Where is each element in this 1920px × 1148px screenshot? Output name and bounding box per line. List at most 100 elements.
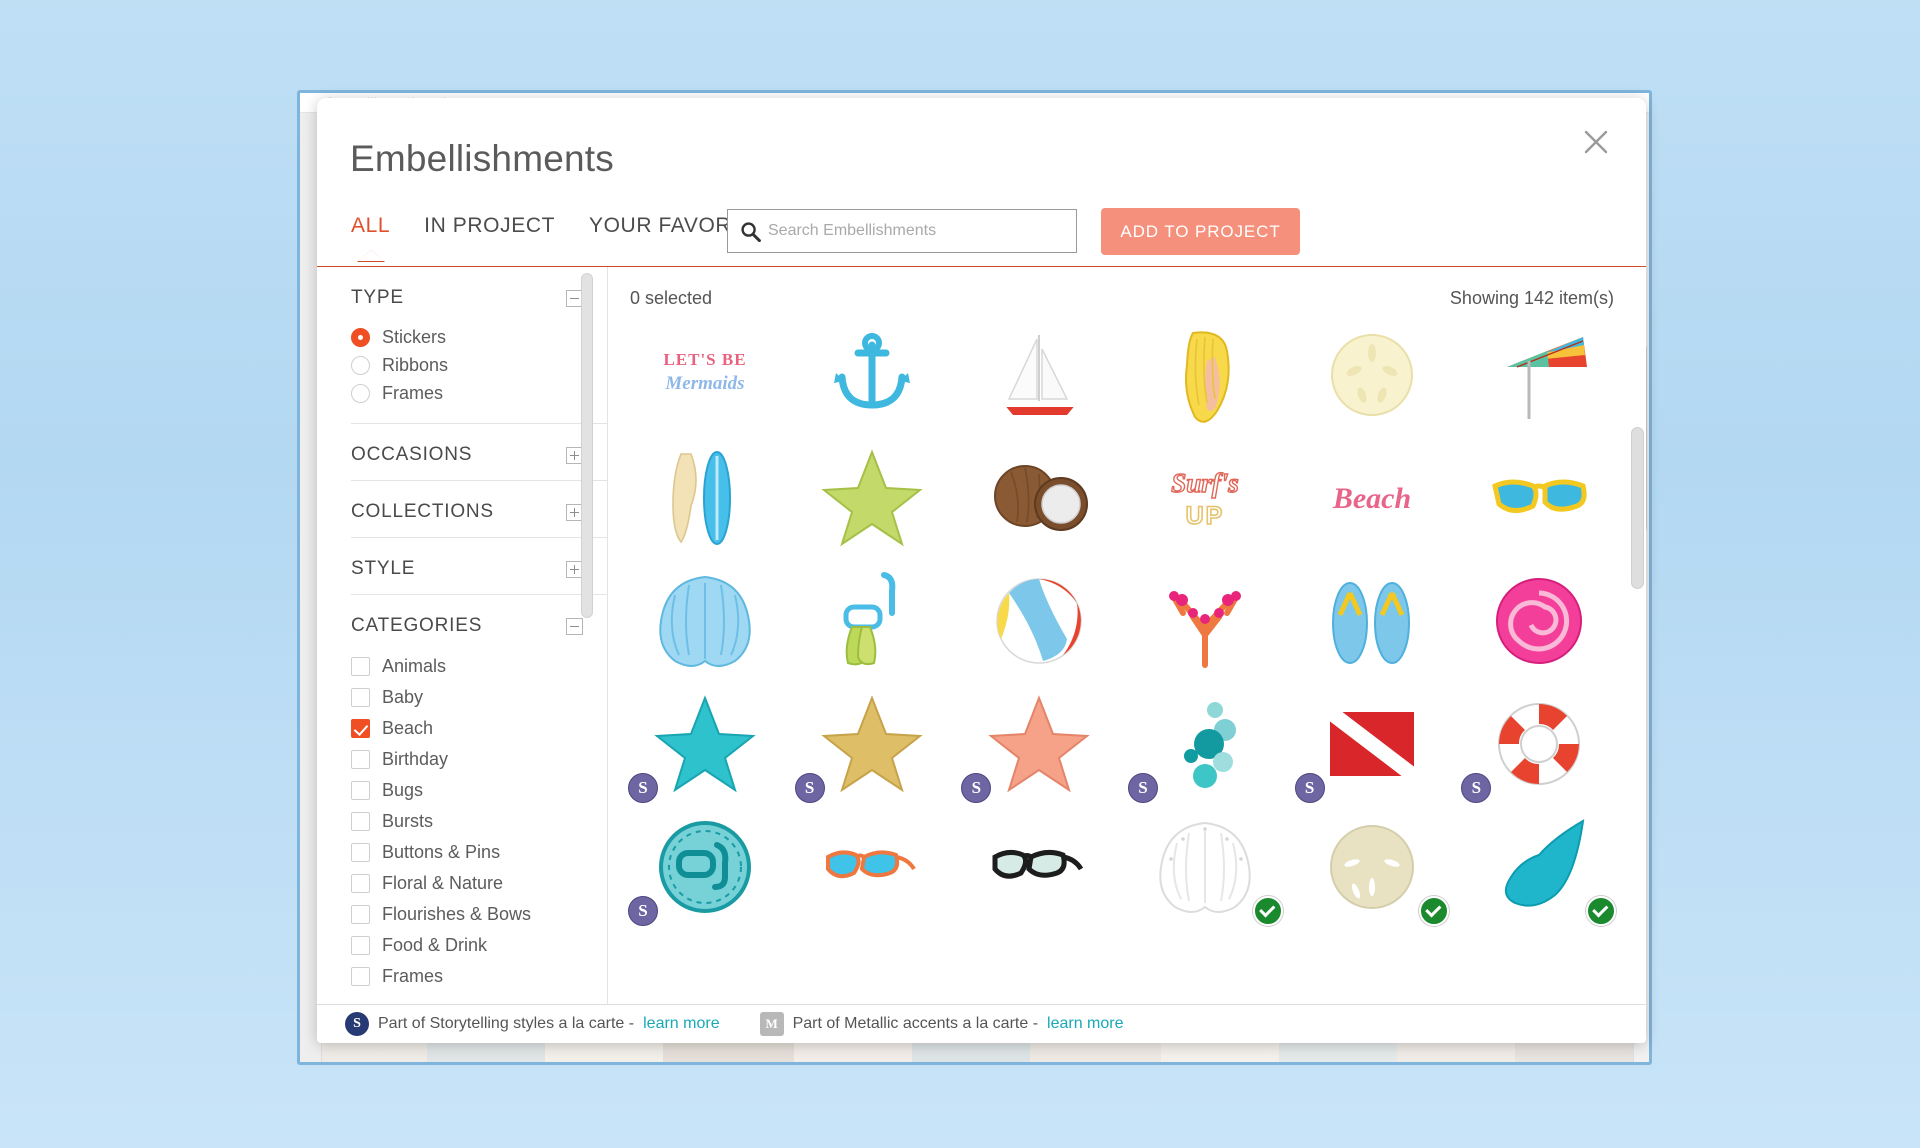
- checkbox-food-and-drink-icon[interactable]: [351, 936, 370, 955]
- checkbox-floral-and-nature-icon[interactable]: [351, 874, 370, 893]
- embellishment-tile-snorkel-mask-badge[interactable]: S: [622, 805, 789, 928]
- sailboat-icon: [1002, 334, 1077, 415]
- embellishment-grid: LET'S BE Mermaids Surf's UP Beach S S S …: [608, 313, 1628, 1004]
- embellishment-tile-orange-sunglasses[interactable]: [789, 805, 956, 928]
- checkbox-option-bursts[interactable]: Bursts: [351, 806, 607, 837]
- embellishment-tile-teal-conch-shell[interactable]: [1455, 805, 1622, 928]
- close-icon[interactable]: [1574, 120, 1618, 164]
- embellishment-tile-beach-umbrella[interactable]: [1455, 313, 1622, 436]
- facet-collections: COLLECTIONS: [351, 481, 607, 538]
- selected-count-label: 0 selected: [630, 287, 713, 308]
- checkbox-buttons-and-pins-icon[interactable]: [351, 843, 370, 862]
- facet-style-header[interactable]: STYLE: [351, 538, 607, 594]
- radio-option-frames[interactable]: Frames: [351, 379, 607, 407]
- checkbox-birthday-label: Birthday: [382, 749, 449, 769]
- facet-occasions-header[interactable]: OCCASIONS: [351, 424, 607, 480]
- embellishment-tile-pink-coral[interactable]: [1122, 559, 1289, 682]
- storytelling-badge-icon: S: [628, 773, 658, 803]
- radio-option-ribbons[interactable]: Ribbons: [351, 351, 607, 379]
- checkbox-buttons-and-pins-label: Buttons & Pins: [382, 842, 501, 862]
- checkbox-frames-icon[interactable]: [351, 967, 370, 986]
- embellishment-tile-blue-scallop-shell[interactable]: [622, 559, 789, 682]
- checkbox-option-bugs[interactable]: Bugs: [351, 775, 607, 806]
- sidebar-scrollbar-thumb[interactable]: [581, 273, 593, 618]
- embellishment-tile-yellow-sunglasses[interactable]: [1455, 436, 1622, 559]
- embellishment-tile-pink-conch-shell[interactable]: [1455, 559, 1622, 682]
- tab-all[interactable]: ALL: [351, 214, 390, 250]
- embellishment-tile-flip-flops[interactable]: [1289, 559, 1456, 682]
- embellishment-tile-coconuts[interactable]: [955, 436, 1122, 559]
- checkbox-option-beach[interactable]: Beach: [351, 713, 607, 744]
- embellishment-tile-lets-be-mermaids-word-art[interactable]: LET'S BE Mermaids: [622, 313, 789, 436]
- lets-be-mermaids-word-art-icon: LET'S BE Mermaids: [664, 350, 746, 394]
- add-to-project-button[interactable]: ADD TO PROJECT: [1101, 208, 1300, 255]
- tab-in-project[interactable]: IN PROJECT: [424, 214, 555, 250]
- svg-text:UP: UP: [1186, 502, 1225, 530]
- embellishment-tile-yellow-shell[interactable]: [1122, 313, 1289, 436]
- checkbox-animals-icon[interactable]: [351, 657, 370, 676]
- checkbox-bursts-icon[interactable]: [351, 812, 370, 831]
- storytelling-badge-icon: S: [1294, 773, 1325, 803]
- owned-checkmark-icon: [1252, 896, 1283, 926]
- embellishment-tile-dive-flag[interactable]: S: [1289, 682, 1456, 805]
- embellishment-tile-life-ring[interactable]: S: [1455, 682, 1622, 805]
- content-scrollbar-track[interactable]: [1631, 313, 1644, 1000]
- embellishment-tile-beach-ball[interactable]: [955, 559, 1122, 682]
- search-input[interactable]: [768, 222, 1068, 240]
- embellishment-tile-surfs-up-word-art[interactable]: Surf's UP: [1122, 436, 1289, 559]
- embellishment-tile-sailboat[interactable]: [955, 313, 1122, 436]
- facet-categories-header[interactable]: CATEGORIES: [351, 595, 607, 651]
- embellishment-tile-coral-starfish[interactable]: S: [955, 682, 1122, 805]
- checkbox-option-animals[interactable]: Animals: [351, 651, 607, 682]
- embellishment-tile-white-scallop-shell[interactable]: [1122, 805, 1289, 928]
- embellishments-content: 0 selected Showing 142 item(s) LET'S BE …: [607, 267, 1646, 1004]
- facet-style: STYLE: [351, 538, 607, 595]
- embellishment-tile-teal-starfish[interactable]: S: [622, 682, 789, 805]
- embellishment-tile-black-sunglasses[interactable]: [955, 805, 1122, 928]
- checkbox-option-food-and-drink[interactable]: Food & Drink: [351, 930, 607, 961]
- embellishment-tile-teal-bubbles[interactable]: S: [1122, 682, 1289, 805]
- teal-bubbles-icon: [1184, 701, 1237, 788]
- embellishment-tile-anchor[interactable]: [789, 313, 956, 436]
- legend-storytelling-learn-more-link[interactable]: learn more: [643, 1015, 719, 1033]
- embellishment-tile-green-starfish[interactable]: [789, 436, 956, 559]
- checkbox-baby-icon[interactable]: [351, 688, 370, 707]
- checkbox-option-floral-and-nature[interactable]: Floral & Nature: [351, 868, 607, 899]
- legend-storytelling-text: Part of Storytelling styles a la carte -: [378, 1015, 635, 1032]
- gold-glitter-starfish-icon: [821, 694, 923, 792]
- radio-ribbons-icon[interactable]: [351, 355, 370, 375]
- embellishment-tile-snorkel-and-fins[interactable]: [789, 559, 956, 682]
- embellishment-tile-gold-glitter-starfish[interactable]: S: [789, 682, 956, 805]
- checkbox-option-baby[interactable]: Baby: [351, 682, 607, 713]
- checkbox-flourishes-and-bows-icon[interactable]: [351, 905, 370, 924]
- sidebar-scrollbar-track[interactable]: [581, 273, 593, 1004]
- facet-type-header[interactable]: TYPE: [351, 267, 607, 323]
- checkbox-frames-label: Frames: [382, 966, 444, 986]
- embellishment-tile-cream-sand-dollar[interactable]: [1289, 805, 1456, 928]
- orange-sunglasses-icon: [825, 849, 916, 878]
- checkbox-option-buttons-and-pins[interactable]: Buttons & Pins: [351, 837, 607, 868]
- search-box[interactable]: [727, 209, 1077, 253]
- checkbox-bugs-icon[interactable]: [351, 781, 370, 800]
- embellishment-tile-surfboards[interactable]: [622, 436, 789, 559]
- checkbox-option-birthday[interactable]: Birthday: [351, 744, 607, 775]
- checkbox-birthday-icon[interactable]: [351, 750, 370, 769]
- radio-frames-icon[interactable]: [351, 383, 370, 403]
- facet-occasions: OCCASIONS: [351, 424, 607, 481]
- radio-option-stickers[interactable]: Stickers: [351, 323, 607, 351]
- checkbox-option-frames[interactable]: Frames: [351, 961, 607, 992]
- embellishment-tile-sand-dollar[interactable]: [1289, 313, 1456, 436]
- embellishment-tile-beach-word-art[interactable]: Beach: [1289, 436, 1456, 559]
- radio-stickers-icon[interactable]: [351, 327, 370, 347]
- checkbox-animals-label: Animals: [382, 656, 447, 676]
- checkbox-option-flourishes-and-bows[interactable]: Flourishes & Bows: [351, 899, 607, 930]
- content-scrollbar-thumb[interactable]: [1631, 427, 1644, 589]
- checkbox-beach-icon[interactable]: [351, 719, 370, 738]
- snorkel-mask-badge-icon: [659, 820, 752, 913]
- blue-scallop-shell-icon: [659, 575, 751, 667]
- facet-collections-header[interactable]: COLLECTIONS: [351, 481, 607, 537]
- storytelling-badge-icon: S: [628, 896, 658, 926]
- search-icon: [741, 221, 761, 242]
- facet-type-title: TYPE: [351, 287, 404, 308]
- legend-metallic-learn-more-link[interactable]: learn more: [1047, 1015, 1123, 1033]
